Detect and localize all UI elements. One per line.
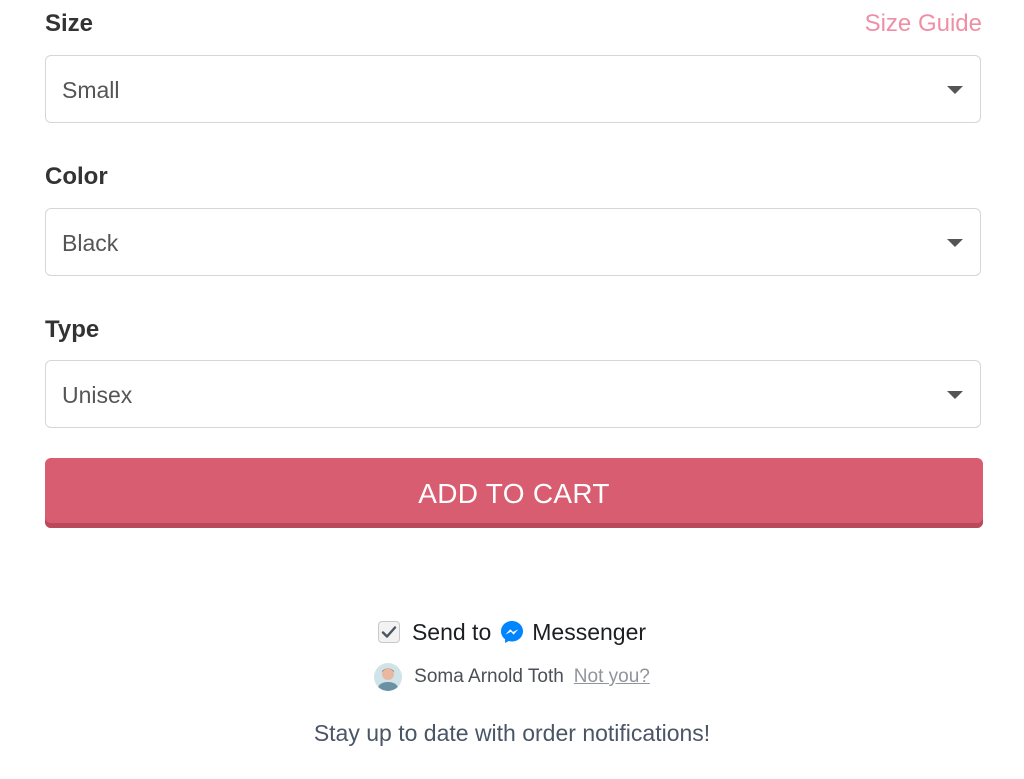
color-select[interactable]: Black [45,208,981,276]
messenger-user-row: Soma Arnold Toth Not you? [0,662,1024,692]
size-select[interactable]: Small [45,55,981,123]
add-to-cart-button[interactable]: ADD TO CART [45,458,983,528]
user-name: Soma Arnold Toth [414,666,564,687]
send-to-messenger-row: Send to Messenger [0,617,1024,647]
messenger-icon [499,619,525,645]
size-label: Size [45,10,94,37]
size-guide-link[interactable]: Size Guide [865,10,982,38]
caret-down-icon [947,86,963,94]
caret-down-icon [947,239,963,247]
messenger-label: Messenger [532,618,647,645]
type-label: Type [45,316,100,343]
color-label: Color [45,163,108,190]
notification-info-text: Stay up to date with order notifications… [313,720,711,746]
caret-down-icon [947,391,963,399]
send-to-label: Send to [411,618,492,645]
type-select[interactable]: Unisex [45,360,981,428]
checkmark-icon [381,626,397,638]
color-selected-value: Black [62,230,119,256]
send-to-messenger-checkbox[interactable] [377,621,400,643]
product-options-panel: Size Size Guide Small Color Black Type U… [0,0,1024,779]
user-avatar [374,663,403,691]
size-selected-value: Small [62,77,120,103]
not-you-link[interactable]: Not you? [574,666,650,688]
type-selected-value: Unisex [62,382,133,408]
